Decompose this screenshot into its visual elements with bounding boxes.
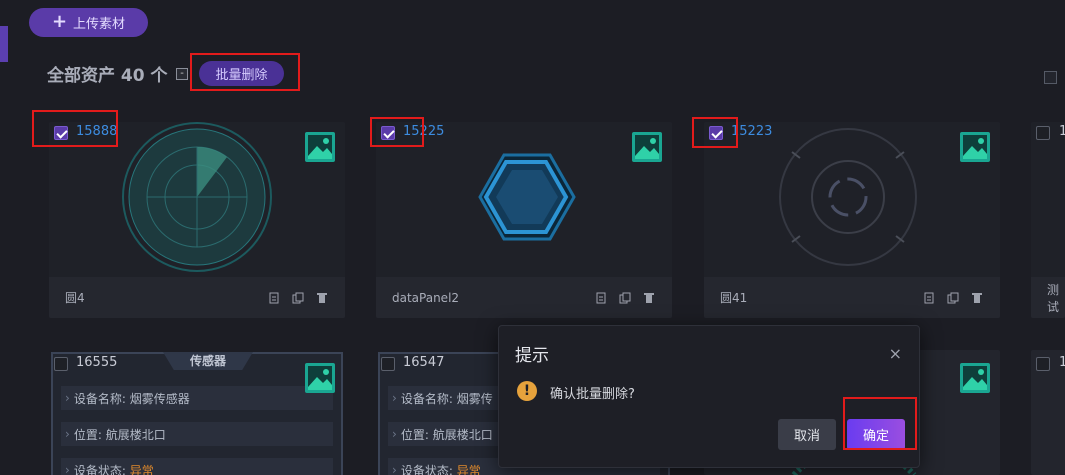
asset-footer: 圆4 bbox=[49, 277, 345, 318]
asset-name: 圆41 bbox=[720, 291, 748, 305]
sensor-panel-preview: 传感器 › 设备名称: 烟雾传感器 › 位置: 航展楼北口 › 设备状态: 异常 bbox=[51, 352, 343, 475]
asset-card[interactable]: 传感器 › 设备名称: 烟雾传感器 › 位置: 航展楼北口 › 设备状态: 异常 16… bbox=[49, 350, 345, 475]
dialog-title: 提示 bbox=[515, 346, 549, 366]
sensor-row: › 设备名称: 烟雾传感器 bbox=[61, 386, 333, 410]
copy-icon[interactable] bbox=[946, 291, 960, 305]
radar-preview bbox=[122, 122, 272, 272]
plus-icon: + bbox=[51, 10, 68, 32]
asset-card[interactable]: 15888 圆4 bbox=[49, 122, 345, 318]
batch-delete-button[interactable]: 批量删除 bbox=[199, 61, 284, 86]
asset-card[interactable]: 15223 圆41 bbox=[704, 122, 1000, 318]
close-icon[interactable]: × bbox=[889, 344, 902, 363]
edit-icon[interactable] bbox=[594, 291, 608, 305]
trash-icon[interactable] bbox=[642, 291, 656, 305]
edit-icon[interactable] bbox=[922, 291, 936, 305]
asset-checkbox[interactable] bbox=[1036, 357, 1050, 371]
asset-name: 圆4 bbox=[65, 291, 85, 305]
upload-label: 上传素材 bbox=[73, 17, 126, 32]
asset-checkbox[interactable] bbox=[1036, 126, 1050, 140]
asset-id[interactable]: 15225 bbox=[403, 124, 444, 139]
ring-preview bbox=[779, 128, 917, 266]
asset-footer: 圆41 bbox=[704, 277, 1000, 318]
copy-icon[interactable] bbox=[618, 291, 632, 305]
image-icon bbox=[305, 363, 335, 393]
asset-id[interactable]: 16547 bbox=[403, 355, 444, 370]
asset-checkbox[interactable] bbox=[381, 357, 395, 371]
asset-name: 测试 bbox=[1047, 282, 1060, 314]
asset-card[interactable]: 1 测试 bbox=[1031, 122, 1065, 318]
cancel-button[interactable]: 取消 bbox=[778, 419, 836, 450]
hexagon-preview bbox=[478, 153, 576, 241]
asset-thumbnail bbox=[376, 122, 672, 277]
asset-checkbox[interactable] bbox=[54, 126, 68, 140]
select-all-checkbox[interactable] bbox=[1044, 71, 1057, 84]
image-icon bbox=[305, 132, 335, 162]
confirm-dialog: 提示 × ! 确认批量删除? 取消 确定 bbox=[498, 325, 920, 468]
asset-id[interactable]: 15223 bbox=[731, 124, 772, 139]
asset-footer: dataPanel2 bbox=[376, 277, 672, 318]
image-icon bbox=[960, 132, 990, 162]
asset-card[interactable]: 15225 dataPanel2 bbox=[376, 122, 672, 318]
sensor-panel-title: 传感器 bbox=[163, 352, 253, 370]
asset-card[interactable]: 1 bbox=[1031, 350, 1065, 475]
upload-material-button[interactable]: + 上传素材 bbox=[29, 8, 148, 37]
image-icon bbox=[960, 363, 990, 393]
warning-icon: ! bbox=[517, 381, 537, 401]
asset-name: dataPanel2 bbox=[392, 290, 460, 305]
trash-icon[interactable] bbox=[970, 291, 984, 305]
trash-icon[interactable] bbox=[315, 291, 329, 305]
asset-thumbnail bbox=[1031, 122, 1065, 277]
dialog-message: 确认批量删除? bbox=[550, 387, 635, 402]
asset-checkbox[interactable] bbox=[54, 357, 68, 371]
image-icon bbox=[632, 132, 662, 162]
asset-checkbox[interactable] bbox=[709, 126, 723, 140]
edit-icon[interactable] bbox=[267, 291, 281, 305]
asset-thumbnail bbox=[49, 122, 345, 277]
asset-id[interactable]: 1 bbox=[1059, 355, 1065, 370]
sensor-row: › 设备状态: 异常 bbox=[61, 458, 333, 475]
page-title: 全部资产 40 个 bbox=[47, 66, 168, 86]
asset-thumbnail bbox=[704, 122, 1000, 277]
asset-id[interactable]: 1 bbox=[1059, 124, 1065, 139]
collapse-toggle[interactable]: - bbox=[176, 68, 188, 80]
confirm-button[interactable]: 确定 bbox=[847, 419, 905, 450]
asset-id[interactable]: 15888 bbox=[76, 124, 117, 139]
asset-checkbox[interactable] bbox=[381, 126, 395, 140]
copy-icon[interactable] bbox=[291, 291, 305, 305]
sensor-row: › 位置: 航展楼北口 bbox=[61, 422, 333, 446]
sidebar-active-indicator bbox=[0, 26, 8, 62]
asset-footer: 测试 bbox=[1031, 277, 1065, 318]
asset-id[interactable]: 16555 bbox=[76, 355, 117, 370]
